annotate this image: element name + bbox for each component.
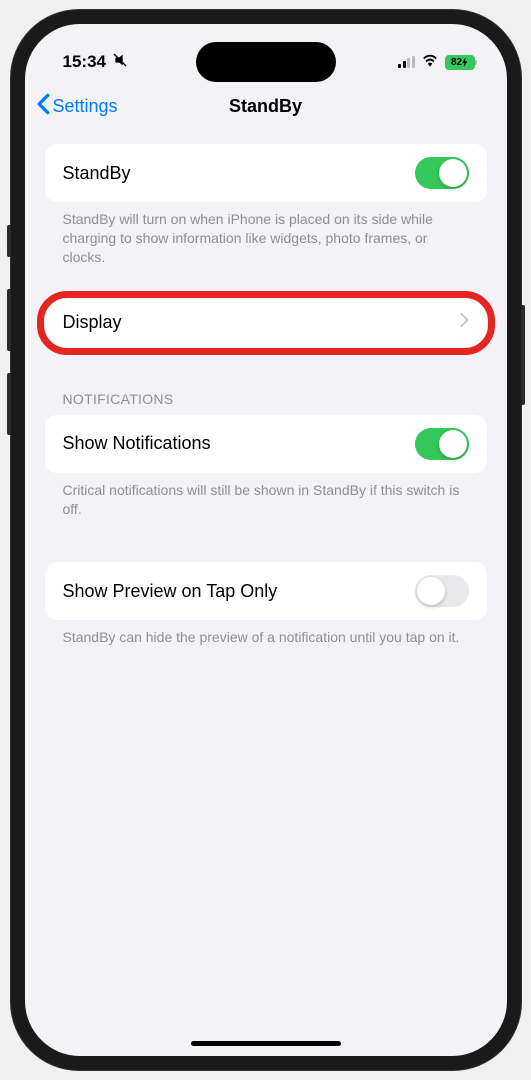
chevron-left-icon (37, 93, 50, 120)
phone-frame: 15:34 82 (11, 10, 521, 1070)
dynamic-island (196, 42, 336, 82)
silent-mode-icon (112, 52, 128, 73)
wifi-icon (421, 53, 439, 72)
standby-group: StandBy (45, 144, 487, 202)
show-notifications-row: Show Notifications (45, 415, 487, 473)
chevron-right-icon (460, 312, 469, 333)
display-row[interactable]: Display (45, 299, 487, 347)
home-indicator[interactable] (191, 1041, 341, 1046)
nav-header: Settings StandBy (25, 82, 507, 130)
preview-footer: StandBy can hide the preview of a notifi… (45, 620, 487, 647)
notifications-header: NOTIFICATIONS (45, 391, 487, 415)
highlight-annotation: Display (45, 299, 487, 347)
preview-row: Show Preview on Tap Only (45, 562, 487, 620)
status-left: 15:34 (63, 52, 128, 73)
standby-row: StandBy (45, 144, 487, 202)
status-time: 15:34 (63, 52, 106, 72)
standby-footer: StandBy will turn on when iPhone is plac… (45, 202, 487, 267)
back-label: Settings (53, 96, 118, 117)
cellular-icon (398, 56, 415, 68)
show-notifications-footer: Critical notifications will still be sho… (45, 473, 487, 519)
display-label: Display (63, 312, 122, 333)
display-group: Display (45, 299, 487, 347)
back-button[interactable]: Settings (37, 93, 118, 120)
standby-label: StandBy (63, 163, 131, 184)
page-title: StandBy (229, 96, 302, 117)
show-notifications-label: Show Notifications (63, 433, 211, 454)
battery-percentage: 82 (451, 57, 462, 68)
battery-icon: 82 (445, 55, 475, 70)
standby-toggle[interactable] (415, 157, 469, 189)
show-notifications-group: Show Notifications (45, 415, 487, 473)
status-right: 82 (398, 53, 475, 72)
preview-toggle[interactable] (415, 575, 469, 607)
screen: 15:34 82 (25, 24, 507, 1056)
phone-side-buttons-left (7, 225, 11, 457)
preview-group: Show Preview on Tap Only (45, 562, 487, 620)
show-notifications-toggle[interactable] (415, 428, 469, 460)
preview-label: Show Preview on Tap Only (63, 581, 278, 602)
content: StandBy StandBy will turn on when iPhone… (25, 130, 507, 661)
phone-side-button-right (521, 305, 525, 405)
